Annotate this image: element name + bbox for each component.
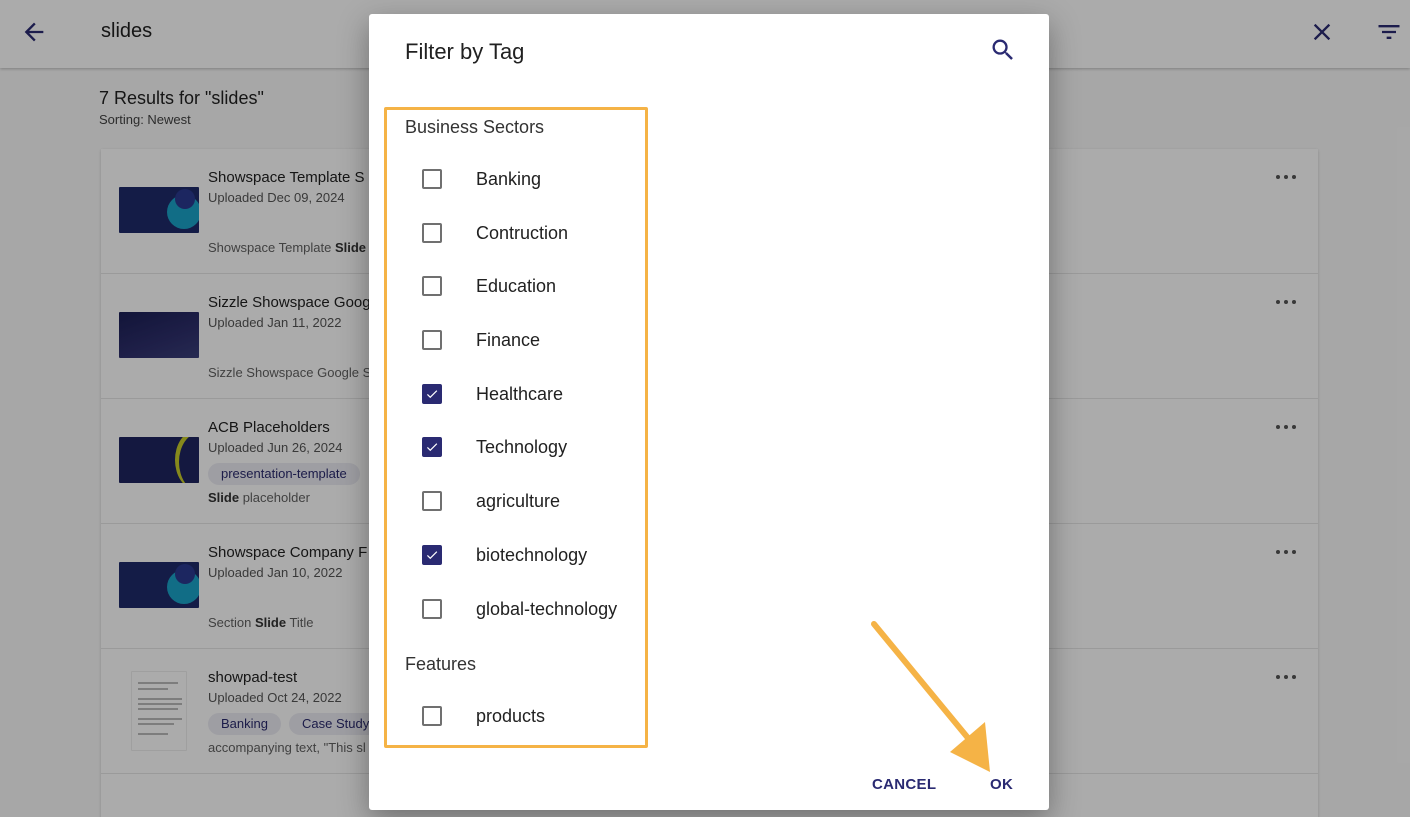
annotation-arrow-icon	[871, 621, 990, 772]
